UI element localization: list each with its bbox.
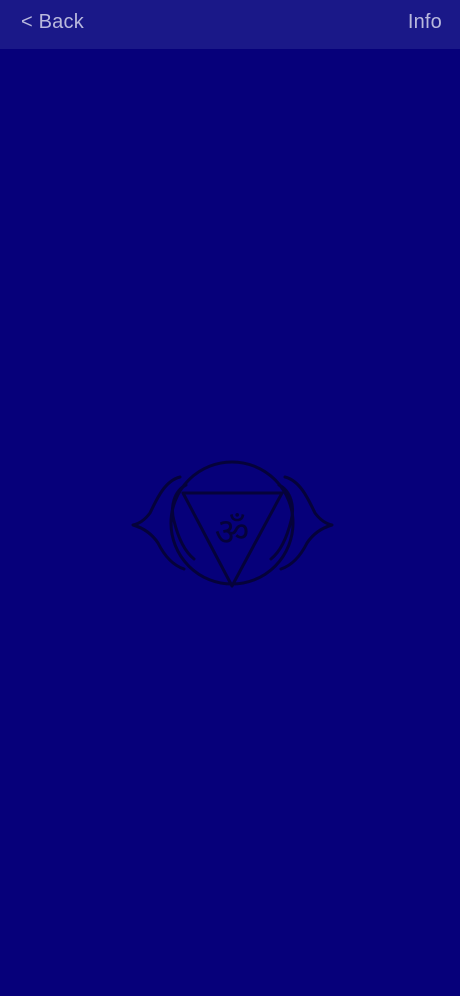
right-petal xyxy=(279,475,334,571)
navigation-bar: < Back Info xyxy=(0,0,460,49)
info-button[interactable]: Info xyxy=(408,11,442,34)
back-button[interactable]: < Back xyxy=(21,11,84,34)
om-glyph: ॐ xyxy=(215,510,250,554)
chakra-symbol-icon: ॐ xyxy=(131,460,334,588)
left-petal xyxy=(131,475,186,571)
main-content: ॐ xyxy=(0,49,460,996)
